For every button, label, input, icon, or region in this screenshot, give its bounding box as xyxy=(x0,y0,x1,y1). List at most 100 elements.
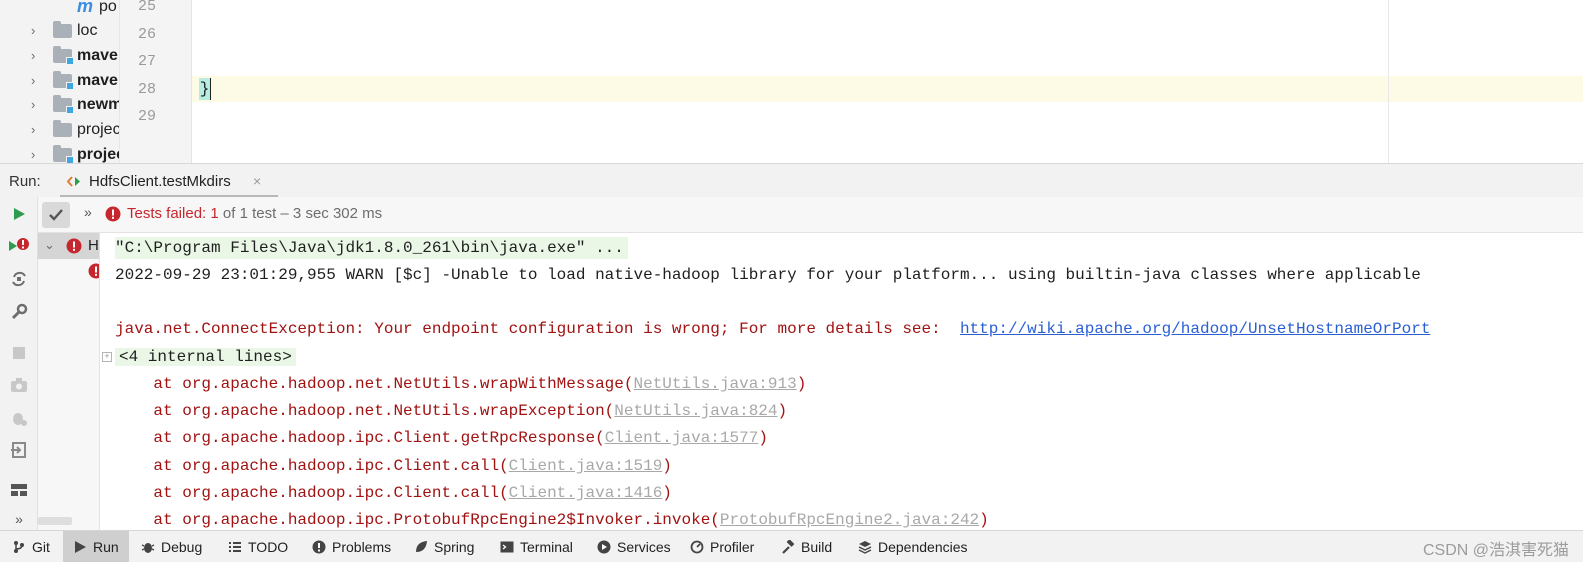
tree-item-module[interactable]: › mave xyxy=(0,68,119,93)
horizontal-scrollbar[interactable] xyxy=(38,517,72,525)
tree-item-label: loc xyxy=(77,21,98,39)
show-passed-toggle[interactable] xyxy=(42,202,70,228)
test-results-tree: ⌄ H xyxy=(38,233,100,530)
tool-problems[interactable]: Problems xyxy=(312,531,391,562)
console-output[interactable]: "C:\Program Files\Java\jdk1.8.0_261\bin\… xyxy=(100,233,1583,530)
tool-debug[interactable]: Debug xyxy=(141,531,202,562)
error-icon xyxy=(66,238,82,254)
rerun-failed-button[interactable] xyxy=(8,235,30,257)
stack-frame: at org.apache.hadoop.ipc.Client.getRpcRe… xyxy=(115,429,768,447)
services-icon xyxy=(597,540,611,554)
source-link[interactable]: ProtobufRpcEngine2.java:242 xyxy=(720,511,979,529)
current-line-highlight xyxy=(192,76,1583,102)
source-link[interactable]: Client.java:1416 xyxy=(509,484,663,502)
line-number: 25 xyxy=(137,0,156,15)
chevron-right-icon[interactable]: › xyxy=(31,74,43,87)
tool-run[interactable]: Run xyxy=(63,531,129,562)
tree-item-folder[interactable]: › projec xyxy=(0,117,120,142)
auto-rerun-icon xyxy=(12,271,26,287)
folder-icon xyxy=(53,119,72,137)
camera-icon xyxy=(11,378,27,392)
line-number: 29 xyxy=(137,108,156,125)
tool-label: Git xyxy=(32,539,50,555)
tree-item-module[interactable]: › mave xyxy=(0,43,119,68)
debug-options-button[interactable] xyxy=(8,407,30,429)
project-tree: m po › loc › mave › mave › newm › projec xyxy=(0,0,120,163)
ide-window: m po › loc › mave › mave › newm › projec xyxy=(0,0,1583,562)
module-folder-icon xyxy=(53,45,74,65)
exception-message: java.net.ConnectException: Your endpoint… xyxy=(115,320,960,338)
chevron-right-icon[interactable]: › xyxy=(31,49,43,62)
closing-brace: } xyxy=(199,78,211,100)
tool-services[interactable]: Services xyxy=(597,531,671,562)
tool-profiler[interactable]: Profiler xyxy=(690,531,754,562)
right-margin-guide xyxy=(1388,0,1389,163)
chevron-right-icon[interactable]: › xyxy=(31,98,43,111)
test-results-toolbar: » Tests failed: 1 of 1 test – 3 sec 302 … xyxy=(38,197,1583,233)
hammer-icon xyxy=(782,540,795,554)
tool-git[interactable]: Git xyxy=(12,531,50,562)
exit-icon xyxy=(11,442,26,458)
chevron-right-icon[interactable]: › xyxy=(31,148,43,161)
tree-item-label: mave xyxy=(77,71,118,89)
more-tools-icon[interactable]: » xyxy=(8,508,30,530)
chevron-down-icon[interactable]: ⌄ xyxy=(44,237,55,253)
bug-gear-icon xyxy=(13,413,27,426)
tree-item-folder[interactable]: › loc xyxy=(0,18,119,43)
toggle-auto-test-button[interactable] xyxy=(8,268,30,290)
tree-item-label: po xyxy=(99,0,117,15)
tree-item-label: newm xyxy=(77,95,120,113)
tool-dependencies[interactable]: Dependencies xyxy=(858,531,968,562)
chevron-right-icon[interactable]: › xyxy=(31,24,43,37)
tree-item-file[interactable]: m po xyxy=(0,0,119,19)
rerun-failed-icon xyxy=(9,238,29,251)
tool-window-bar: Git Run Debug TODO Problems Spring Termi… xyxy=(0,530,1583,562)
exit-button[interactable] xyxy=(8,439,30,461)
run-side-toolbar: » xyxy=(0,197,38,530)
tab-run-configuration[interactable]: HdfsClient.testMkdirs × xyxy=(60,164,278,198)
console-exception-line: java.net.ConnectException: Your endpoint… xyxy=(115,318,1430,340)
chevron-right-icon[interactable]: › xyxy=(31,123,43,136)
layout-button[interactable] xyxy=(8,479,30,501)
tool-label: Debug xyxy=(161,539,203,555)
terminal-icon xyxy=(500,541,514,553)
internal-lines-fold[interactable]: <4 internal lines> xyxy=(115,348,296,366)
error-icon xyxy=(88,263,99,279)
tool-terminal[interactable]: Terminal xyxy=(500,531,573,562)
tool-label: Run xyxy=(93,539,119,555)
close-icon[interactable]: × xyxy=(253,173,261,189)
code-editor[interactable]: } xyxy=(192,0,1583,163)
tool-label: TODO xyxy=(248,539,289,555)
console-internal-lines[interactable]: <4 internal lines> xyxy=(115,346,296,368)
tool-build[interactable]: Build xyxy=(781,531,832,562)
stack-frame: at org.apache.hadoop.ipc.Client.call(Cli… xyxy=(115,457,672,475)
tool-label: Profiler xyxy=(710,539,755,555)
source-link[interactable]: Client.java:1519 xyxy=(509,457,663,475)
test-status-summary: Tests failed: 1 of 1 test – 3 sec 302 ms xyxy=(127,205,382,222)
rerun-button[interactable] xyxy=(8,203,30,225)
play-icon xyxy=(14,208,25,220)
stack-frame: at org.apache.hadoop.net.NetUtils.wrapEx… xyxy=(115,402,788,420)
test-node-label: H xyxy=(88,237,99,254)
more-actions-icon[interactable]: » xyxy=(84,204,92,220)
source-link[interactable]: Client.java:1577 xyxy=(605,429,759,447)
source-link[interactable]: NetUtils.java:913 xyxy=(633,375,796,393)
error-icon xyxy=(105,206,121,222)
stop-button[interactable] xyxy=(8,342,30,364)
source-link[interactable]: NetUtils.java:824 xyxy=(614,402,777,420)
module-folder-icon xyxy=(53,94,74,114)
stop-icon xyxy=(13,347,25,359)
screenshot-button[interactable] xyxy=(8,374,30,396)
tree-item-module[interactable]: › projec xyxy=(0,142,119,163)
run-label: Run: xyxy=(9,173,41,190)
tool-spring[interactable]: Spring xyxy=(414,531,474,562)
settings-button[interactable] xyxy=(8,301,30,323)
tool-todo[interactable]: TODO xyxy=(228,531,288,562)
tree-item-label: projec xyxy=(77,120,120,138)
exception-help-link[interactable]: http://wiki.apache.org/hadoop/UnsetHostn… xyxy=(960,320,1430,338)
editor-gutter: 25 26 27 28 29 xyxy=(120,0,192,163)
expand-fold-icon[interactable]: + xyxy=(102,352,112,362)
maven-file-icon: m xyxy=(77,0,94,16)
tab-title: HdfsClient.testMkdirs xyxy=(89,173,231,190)
tree-item-module[interactable]: › newm xyxy=(0,92,120,117)
